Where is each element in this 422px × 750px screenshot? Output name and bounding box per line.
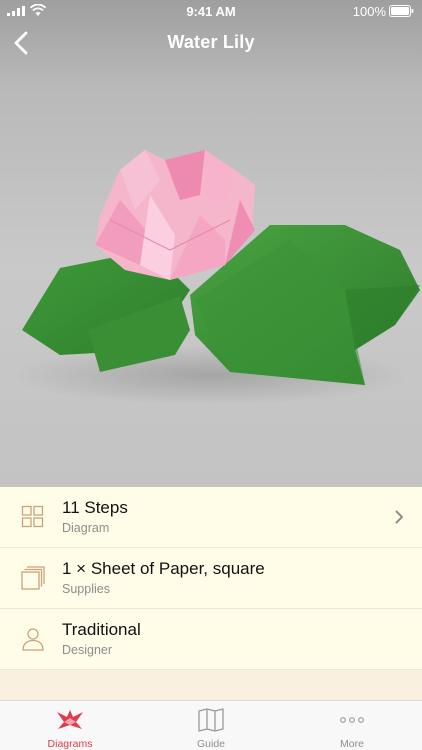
ellipsis-icon — [340, 717, 364, 723]
navigation-bar: Water Lily — [0, 22, 422, 66]
page-title: Water Lily — [167, 32, 255, 52]
tab-guide-label: Guide — [196, 738, 226, 750]
supplies-caption: Supplies — [62, 582, 110, 596]
steps-caption: Diagram — [62, 521, 110, 535]
tab-diagrams-label: Diagrams — [47, 738, 93, 750]
grid-icon — [21, 505, 44, 528]
steps-count: 11 Steps — [62, 498, 128, 517]
person-icon — [22, 628, 44, 651]
chevron-right-icon — [395, 510, 403, 524]
water-lily-photo — [10, 150, 420, 405]
tab-guide[interactable]: Guide — [141, 701, 281, 750]
details-list: 11 Steps Diagram 1 × Sheet of Paper, squ… — [0, 487, 422, 670]
battery-icon — [389, 5, 414, 17]
tab-more[interactable]: More — [282, 701, 422, 750]
hero-image — [0, 0, 422, 487]
battery-percentage: 100% — [352, 4, 386, 19]
tab-diagrams[interactable]: Diagrams — [0, 701, 140, 750]
paper-stack-icon — [21, 566, 45, 590]
status-bar: 9:41 AM 100% — [0, 0, 422, 22]
map-icon — [198, 708, 224, 732]
designer-row: Traditional Designer — [0, 609, 422, 670]
diagram-steps-row[interactable]: 11 Steps Diagram — [0, 487, 422, 548]
supplies-row: 1 × Sheet of Paper, square Supplies — [0, 548, 422, 609]
content-spacer — [0, 670, 422, 700]
tab-bar: Diagrams Guide More — [0, 700, 422, 750]
designer-value: Traditional — [62, 620, 141, 639]
supplies-value: 1 × Sheet of Paper, square — [62, 559, 265, 578]
tab-more-label: More — [340, 738, 364, 750]
designer-caption: Designer — [62, 643, 113, 657]
crane-icon — [57, 710, 83, 729]
